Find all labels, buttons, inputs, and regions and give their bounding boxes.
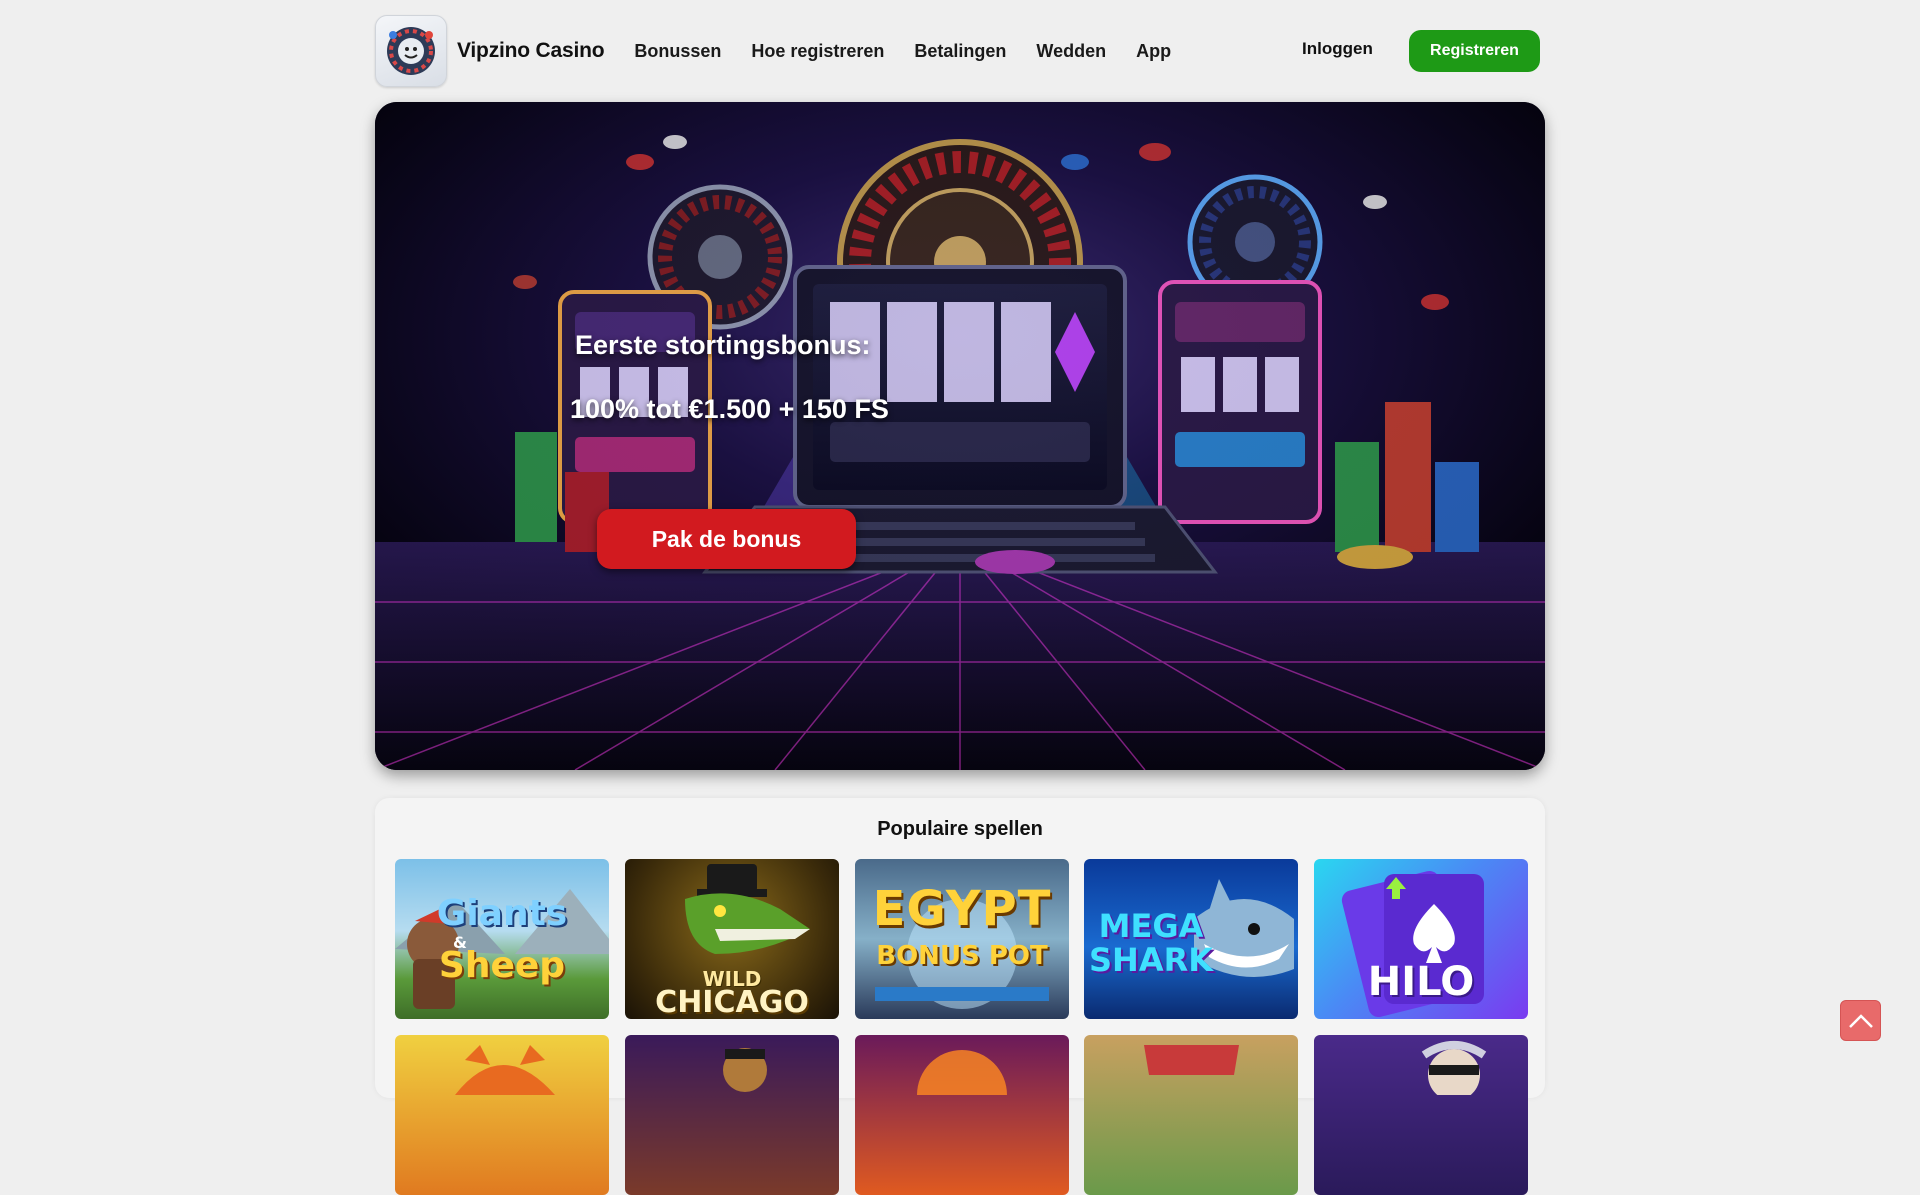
game-tile-wild-chicago[interactable]: WILD CHICAGO <box>625 859 839 1019</box>
fire-game-art <box>917 1050 1007 1140</box>
nav-bonussen[interactable]: Bonussen <box>634 41 721 62</box>
game-tile-mega-shark[interactable]: MEGA SHARK <box>1084 859 1298 1019</box>
nav-app[interactable]: App <box>1136 41 1171 62</box>
nav-wedden[interactable]: Wedden <box>1036 41 1106 62</box>
hero-headline: Eerste stortingsbonus: <box>575 330 871 360</box>
chicago-logo-text: CHICAGO <box>655 985 809 1019</box>
hero-offer: 100% tot €1.500 + 150 FS <box>570 394 889 424</box>
sheep-logo-text: Sheep <box>438 945 566 986</box>
masked-hero-game-art <box>1421 1041 1487 1101</box>
egypt-logo-text: EGYPT <box>872 881 1052 937</box>
game-tile-row2-2[interactable] <box>625 1035 839 1195</box>
bonus-pot-logo-text: BONUS POT <box>876 941 1048 971</box>
game-tile-row2-5[interactable] <box>1314 1035 1528 1195</box>
banner-game-art <box>1144 1045 1239 1075</box>
hero-banner: Eerste stortingsbonus: 100% tot €1.500 +… <box>375 102 1545 770</box>
hilo-logo-text: HILO <box>1367 959 1475 1005</box>
game-tile-hilo[interactable]: HILO <box>1314 859 1528 1019</box>
cat-game-art <box>455 1045 555 1095</box>
nav-hoe-registreren[interactable]: Hoe registreren <box>751 41 884 62</box>
game-tile-giants-and-sheep[interactable]: Giants & Sheep <box>395 859 609 1019</box>
login-link[interactable]: Inloggen <box>1302 39 1373 59</box>
game-tile-row2-1[interactable] <box>395 1035 609 1195</box>
register-button[interactable]: Registreren <box>1409 30 1540 72</box>
casino-logo[interactable] <box>375 15 447 87</box>
character-game-art <box>723 1048 767 1092</box>
site-header: Vipzino Casino Bonussen Hoe registreren … <box>375 12 1540 90</box>
mega-logo-text: MEGA <box>1098 907 1204 945</box>
main-nav: Bonussen Hoe registreren Betalingen Wedd… <box>634 41 1201 62</box>
game-tile-row2-3[interactable] <box>855 1035 1069 1195</box>
chevron-up-icon <box>1848 1013 1873 1028</box>
roulette-logo-icon <box>387 27 435 75</box>
giants-logo-text: Giants <box>436 893 568 934</box>
nav-betalingen[interactable]: Betalingen <box>914 41 1006 62</box>
section-title: Populaire spellen <box>877 818 1043 840</box>
scroll-to-top-button[interactable] <box>1840 1000 1881 1041</box>
claim-bonus-button[interactable]: Pak de bonus <box>597 509 856 569</box>
game-tile-egypt-bonus-pot[interactable]: EGYPT BONUS POT <box>855 859 1069 1019</box>
popular-games-section: Populaire spellen Giants & Sheep WILD CH… <box>375 798 1545 1195</box>
brand-name[interactable]: Vipzino Casino <box>457 39 605 63</box>
casino-slot-machines-illustration <box>375 102 1545 770</box>
shark-logo-text: SHARK <box>1088 941 1214 979</box>
game-tile-row2-4[interactable] <box>1084 1035 1298 1195</box>
